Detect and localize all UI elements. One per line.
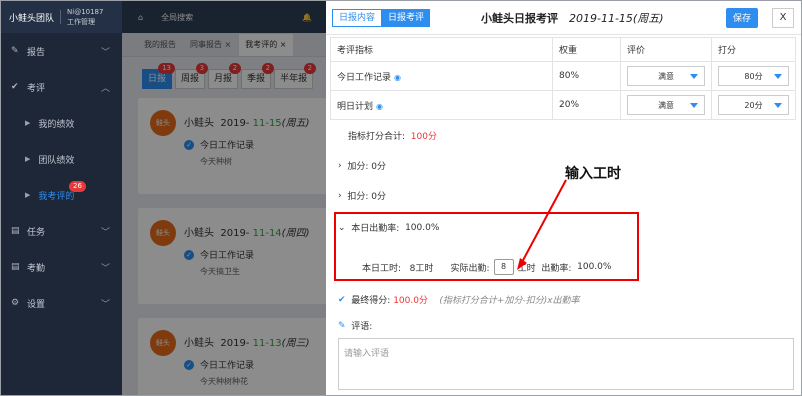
modal-overlay[interactable]	[122, 1, 326, 395]
chevron-down-icon: ﹀	[100, 299, 110, 310]
metric-name: 今日工作记录	[337, 72, 392, 83]
column-header: 权重	[552, 37, 621, 62]
user-role: 工作管理	[67, 18, 96, 26]
annotation-label: 输入工时	[565, 166, 621, 182]
sub-label: 我考评的	[38, 191, 75, 202]
gear-icon: ⚙	[11, 298, 20, 308]
column-header: 评价	[620, 37, 712, 62]
nav-item-report[interactable]: ✎ 报告 ﹀	[1, 33, 122, 69]
caret-down-icon	[774, 73, 782, 79]
column-header: 打分	[711, 37, 796, 62]
nav-item-attendance[interactable]: ▤ 考勤 ﹀	[1, 249, 122, 285]
triangle-right-icon: ▶	[25, 191, 31, 199]
nav-label: 考勤	[27, 263, 46, 274]
sub-item-my-performance[interactable]: ▶ 我的绩效	[1, 105, 122, 141]
weight: 80%	[552, 61, 621, 91]
sub-label: 团队绩效	[38, 155, 75, 166]
comment-textarea[interactable]: 请输入评语	[338, 338, 794, 390]
sub-label: 我的绩效	[38, 119, 75, 130]
triangle-right-icon: ▶	[25, 155, 31, 163]
score-select[interactable]: 80分	[718, 66, 789, 86]
pencil-icon: ✎	[338, 320, 346, 331]
sidebar: 小鲑头团队 Ni@10187 工作管理 ✎ 报告 ﹀ ✔ 考评 ︿ ▶ 我的绩效…	[1, 1, 122, 395]
close-button[interactable]: X	[772, 7, 794, 28]
eye-icon[interactable]: ◉	[376, 102, 383, 111]
sub-item-my-evaluations[interactable]: ▶ 我考评的 26	[1, 177, 122, 213]
evaluation-select[interactable]: 满意	[627, 66, 705, 86]
sub-item-team-performance[interactable]: ▶ 团队绩效	[1, 141, 122, 177]
nav-label: 报告	[27, 47, 46, 58]
panel-title: 小鲑头日报考评	[481, 11, 558, 25]
evaluation-panel: 日报内容 日报考评 小鲑头日报考评 2019-11-15(周五) 保存 X 考评…	[326, 1, 801, 395]
save-button[interactable]: 保存	[726, 7, 758, 28]
chevron-down-icon: ﹀	[100, 227, 110, 238]
deduction-row[interactable]: › 扣分: 0分	[338, 189, 386, 203]
caret-down-icon	[774, 102, 782, 108]
edit-icon: ✎	[11, 46, 19, 56]
nav-item-tasks[interactable]: ▤ 任务 ﹀	[1, 213, 122, 249]
nav-item-settings[interactable]: ⚙ 设置 ﹀	[1, 285, 122, 321]
evaluation-select[interactable]: 满意	[627, 95, 705, 115]
table-row: 明日计划 ◉ 20% 满意 20分	[330, 90, 796, 120]
metric-name: 明日计划	[337, 101, 374, 112]
evaluation-table: 考评指标 权重 评价 打分 今日工作记录 ◉ 80% 满意 80分 明日计划 ◉ 2…	[330, 37, 796, 120]
user-id: Ni@10187	[67, 8, 104, 16]
chevron-down-icon: ﹀	[100, 47, 110, 58]
brand: 小鲑头团队 Ni@10187 工作管理	[1, 1, 122, 33]
caret-down-icon	[690, 73, 698, 79]
check-icon: ✔	[11, 82, 19, 92]
tab-report-content[interactable]: 日报内容	[332, 8, 383, 27]
eye-icon[interactable]: ◉	[394, 73, 401, 82]
panel-header: 日报内容 日报考评 小鲑头日报考评 2019-11-15(周五) 保存 X	[326, 1, 801, 35]
triangle-right-icon: ▶	[25, 119, 31, 127]
nav-label: 考评	[27, 83, 46, 94]
chevron-down-icon: ﹀	[100, 263, 110, 274]
list-icon: ▤	[11, 262, 20, 272]
chevron-right-icon: ›	[338, 190, 342, 201]
caret-down-icon	[690, 102, 698, 108]
chevron-right-icon: ›	[338, 160, 342, 171]
total-score: 指标打分合计: 100分	[348, 132, 437, 142]
tab-report-evaluation[interactable]: 日报考评	[382, 8, 431, 27]
score-select[interactable]: 20分	[718, 95, 789, 115]
bonus-row[interactable]: › 加分: 0分	[338, 159, 386, 173]
check-icon: ✔	[338, 294, 346, 305]
count-badge: 26	[69, 181, 86, 192]
weight: 20%	[552, 90, 621, 120]
nav-item-evaluation[interactable]: ✔ 考评 ︿	[1, 69, 122, 105]
table-row: 今日工作记录 ◉ 80% 满意 80分	[330, 61, 796, 91]
chevron-up-icon: ︿	[100, 83, 110, 94]
brand-name: 小鲑头团队	[9, 13, 55, 24]
panel-date: 2019-11-15(周五)	[569, 11, 664, 25]
list-icon: ▤	[11, 226, 20, 236]
highlight-box	[334, 212, 639, 281]
comment-label: ✎ 评语:	[338, 320, 373, 333]
final-score-row: ✔ 最终得分: 100.0分 (指标打分合计+加分-扣分)x出勤率	[338, 294, 580, 307]
nav-label: 设置	[27, 299, 46, 310]
nav-label: 任务	[27, 227, 46, 238]
column-header: 考评指标	[330, 37, 553, 62]
